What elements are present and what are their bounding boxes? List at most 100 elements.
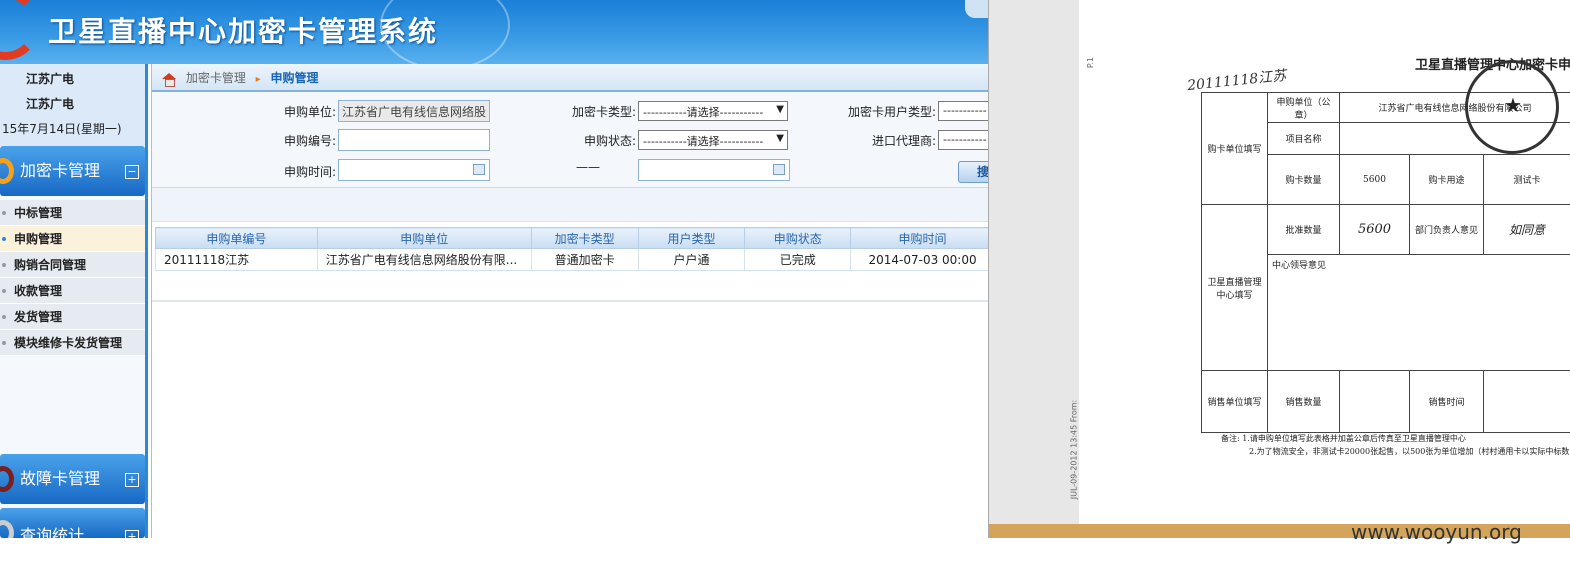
card-type-select[interactable]: -----------请选择----------- ▼	[638, 101, 788, 121]
unit-label: 申购单位（公章）	[1267, 92, 1340, 123]
qty-label: 购卡数量	[1267, 154, 1340, 205]
calendar-icon[interactable]	[773, 164, 785, 175]
status-value: -----------请选择-----------	[643, 135, 764, 148]
search-icon[interactable]	[965, 0, 988, 18]
user-org: 江苏广电	[26, 72, 75, 86]
center-section-label: 卫星直播管理中心填写	[1201, 204, 1268, 371]
sidebar-item-payment[interactable]: 收款管理	[0, 278, 145, 304]
handwritten-number: 20111118江苏	[1186, 67, 1287, 95]
dropdown-arrow-icon: ▼	[776, 104, 784, 115]
number-label: 申购编号:	[283, 134, 336, 148]
nav-group-label: 查询统计	[20, 526, 85, 538]
time-label: 申购时间:	[283, 165, 336, 179]
dept-value: 如同意	[1483, 204, 1570, 255]
approve-label: 批准数量	[1267, 204, 1340, 255]
note-label: 备注:	[1221, 434, 1240, 443]
buyer-section-label: 购卡单位填写	[1201, 92, 1268, 205]
expand-icon[interactable]: +	[125, 473, 139, 487]
breadcrumb-parent[interactable]: 加密卡管理	[186, 71, 246, 85]
fault-card-icon	[0, 466, 14, 492]
document-notes: 备注: 1.请申购单位填写此表格并加盖公章后传真至卫星直播管理中心 2.为了物流…	[1221, 432, 1569, 458]
statistics-icon	[0, 520, 14, 538]
table-footer-divider	[152, 300, 989, 302]
sub-nav-list: 中标管理 申购管理 购销合同管理 收款管理 发货管理 模块维修卡发货管理	[0, 200, 145, 356]
nav-group-statistics[interactable]: 查询统计 +	[0, 508, 145, 538]
col-card-type[interactable]: 加密卡类型	[530, 227, 639, 249]
main-content: 加密卡管理 ▸ 申购管理 申购单位: 江苏省广电有线信息网络股 加密卡类型: -…	[151, 64, 998, 538]
sidebar-item-repair-shipping[interactable]: 模块维修卡发货管理	[0, 330, 145, 356]
user-type-label: 加密卡用户类型:	[847, 105, 936, 119]
nav-group-label: 故障卡管理	[20, 469, 101, 488]
sales-time-value	[1483, 370, 1570, 433]
nav-group-fault-card[interactable]: 故障卡管理 +	[0, 454, 145, 504]
agent-label: 进口代理商:	[871, 134, 936, 148]
page-number: P.1	[1086, 56, 1096, 69]
col-time[interactable]: 申购时间	[850, 227, 995, 249]
range-dash: ——	[576, 160, 600, 174]
purchase-table: 申购单编号 申购单位 加密卡类型 用户类型 申购状态 申购时间 20111118…	[155, 227, 995, 271]
dept-label: 部门负责人意见	[1409, 204, 1484, 255]
note-line1: 1.请申购单位填写此表格并加盖公章后传真至卫星直播管理中心	[1242, 434, 1466, 443]
col-unit[interactable]: 申购单位	[316, 227, 532, 249]
header-decoration	[380, 0, 510, 64]
calendar-icon[interactable]	[473, 164, 485, 175]
note-line2: 2.为了物流安全，非测试卡20000张起售，以500张为单位增加（村村通用卡以实…	[1249, 447, 1570, 456]
cell-status: 已完成	[744, 248, 852, 271]
current-date: 15年7月14日(星期一)	[2, 122, 122, 136]
breadcrumb-separator-icon: ▸	[255, 74, 261, 85]
sidebar-item-purchase[interactable]: 申购管理	[0, 226, 145, 252]
sales-qty-label: 销售数量	[1267, 370, 1340, 433]
expand-icon[interactable]: +	[125, 530, 139, 538]
cell-unit: 江苏省广电有线信息网络股份有限...	[316, 248, 532, 271]
search-filter-panel: 申购单位: 江苏省广电有线信息网络股 加密卡类型: -----------请选择…	[152, 92, 998, 188]
col-user-type[interactable]: 用户类型	[637, 227, 746, 249]
time-from-field[interactable]	[338, 159, 490, 181]
card-type-value: -----------请选择-----------	[643, 106, 764, 119]
official-seal-stamp	[1465, 60, 1559, 154]
unit-field[interactable]: 江苏省广电有线信息网络股	[338, 100, 490, 122]
cell-time: 2014-07-03 00:00	[850, 248, 995, 271]
collapse-icon[interactable]: −	[125, 165, 139, 179]
nav-group-card-management[interactable]: 加密卡管理 −	[0, 146, 145, 196]
breadcrumb-current: 申购管理	[270, 71, 319, 85]
use-value: 测试卡	[1483, 154, 1570, 205]
use-label: 购卡用途	[1409, 154, 1484, 205]
approve-value: 5600	[1339, 204, 1410, 255]
sidebar-item-contract[interactable]: 购销合同管理	[0, 252, 145, 278]
sidebar: 江苏广电 江苏广电 15年7月14日(星期一) 加密卡管理 − 中标管理 申购管…	[0, 64, 148, 538]
user-name: 江苏广电	[26, 97, 75, 111]
qty-value: 5600	[1339, 154, 1410, 205]
time-to-field[interactable]	[638, 159, 790, 181]
cell-number[interactable]: 20111118江苏	[155, 248, 318, 271]
sidebar-item-shipping[interactable]: 发货管理	[0, 304, 145, 330]
leader-opinion-cell: 中心领导意见	[1267, 254, 1570, 371]
user-type-value: -----------	[943, 104, 987, 117]
sidebar-item-bid[interactable]: 中标管理	[0, 200, 145, 226]
dropdown-arrow-icon: ▼	[776, 133, 784, 144]
status-label: 申购状态:	[583, 134, 636, 148]
leader-label: 中心领导意见	[1272, 261, 1327, 271]
home-icon[interactable]	[162, 72, 176, 87]
col-number[interactable]: 申购单编号	[155, 227, 318, 249]
status-select[interactable]: -----------请选择----------- ▼	[638, 130, 788, 150]
breadcrumb: 加密卡管理 ▸ 申购管理	[152, 64, 988, 92]
unit-label: 申购单位:	[283, 105, 336, 119]
card-group-icon	[0, 158, 14, 184]
project-label: 项目名称	[1267, 122, 1340, 155]
number-field[interactable]	[338, 129, 490, 151]
sales-qty-value	[1339, 370, 1410, 433]
col-status[interactable]: 申购状态	[744, 227, 852, 249]
table-row[interactable]: 20111118江苏 江苏省广电有线信息网络股份有限... 普通加密卡 户户通 …	[155, 248, 995, 271]
cell-user-type: 户户通	[637, 248, 746, 271]
app-header: 卫星直播中心加密卡管理系统	[0, 0, 988, 64]
fax-header: JUL-09-2012 13:45 From:	[1069, 399, 1079, 500]
agent-value: -----------	[943, 133, 987, 146]
user-info: 江苏广电 江苏广电 15年7月14日(星期一)	[0, 64, 145, 146]
watermark: www.wooyun.org	[1351, 520, 1522, 544]
cell-card-type: 普通加密卡	[530, 248, 639, 271]
nav-group-label: 加密卡管理	[20, 161, 101, 180]
sales-section-label: 销售单位填写	[1201, 370, 1268, 433]
sales-time-label: 销售时间	[1409, 370, 1484, 433]
toolbar-strip	[152, 188, 988, 222]
card-type-label: 加密卡类型:	[571, 105, 636, 119]
